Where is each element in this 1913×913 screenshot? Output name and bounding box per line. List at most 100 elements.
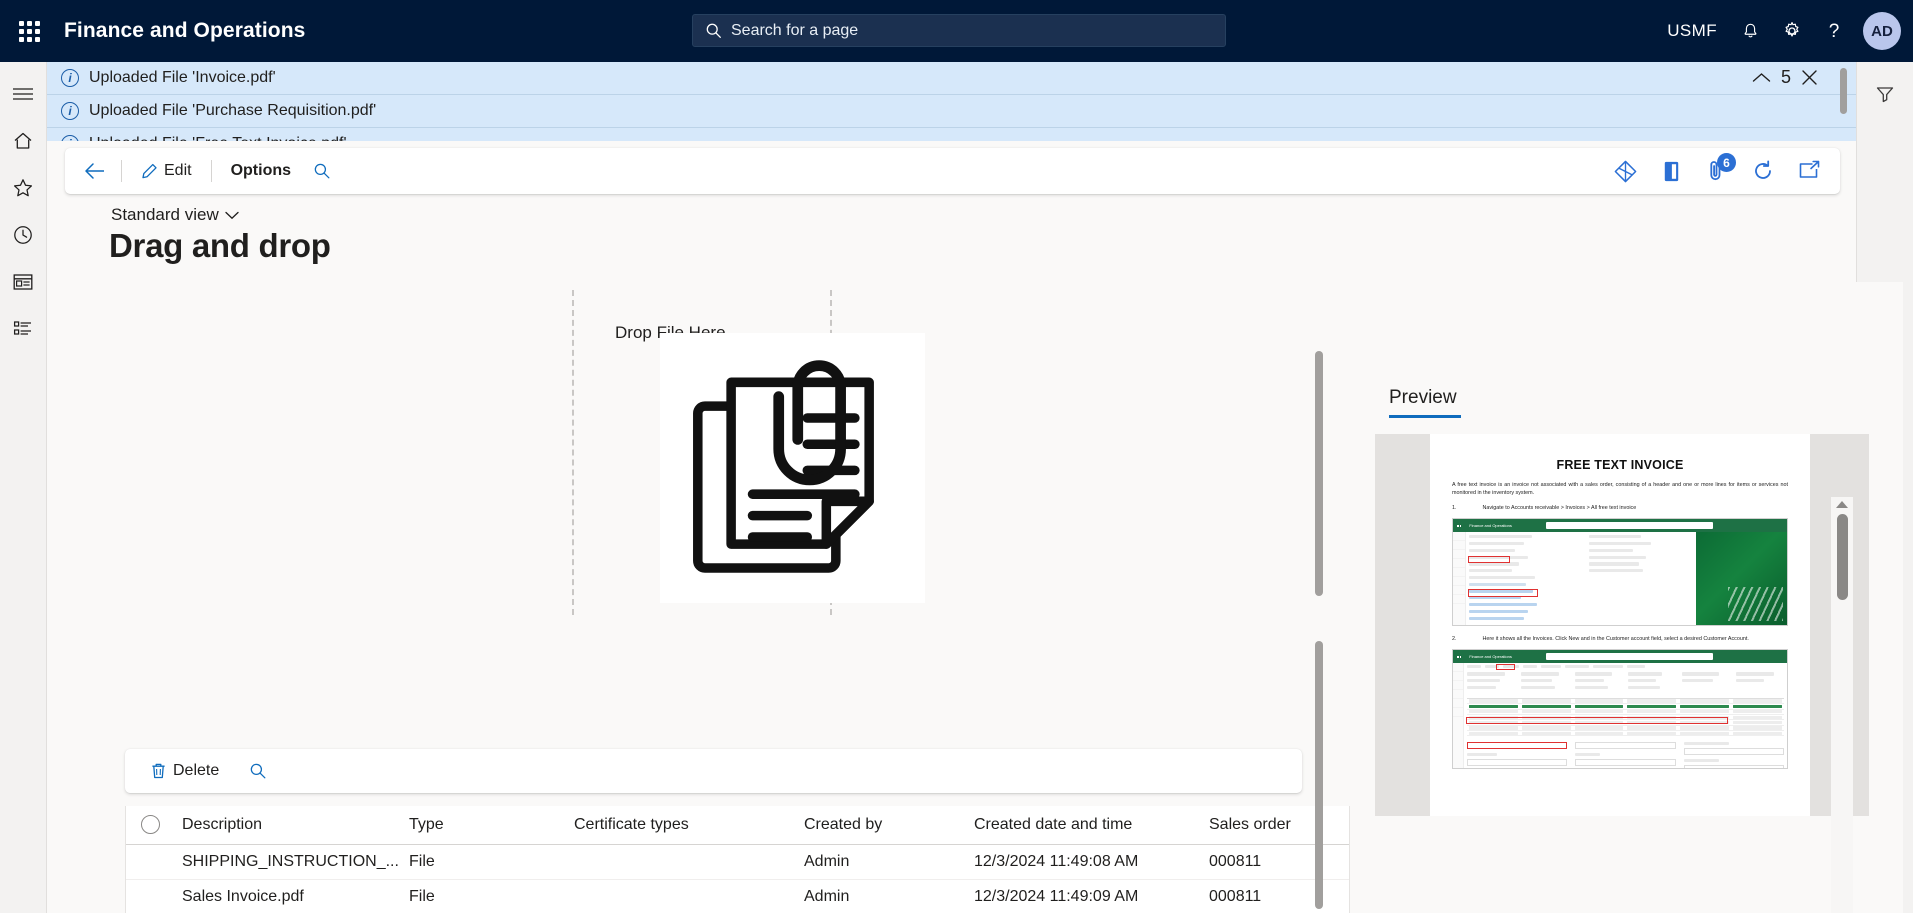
column-header-certificate-types[interactable]: Certificate types [574, 806, 804, 845]
document-title: FREE TEXT INVOICE [1556, 458, 1684, 472]
power-bi-icon[interactable] [1608, 154, 1642, 188]
step-number: 2. [1452, 636, 1457, 643]
cell-type[interactable]: File [409, 844, 574, 880]
select-all-circle-icon[interactable] [140, 815, 160, 835]
workspace: Edit Options 6 Standard view Drag and dr… [47, 141, 1903, 913]
table-row[interactable]: SHIPPING_INSTRUCTION_... File Admin 12/3… [126, 844, 1349, 880]
options-button[interactable]: Options [220, 154, 302, 188]
star-icon[interactable] [0, 164, 47, 211]
search-icon [314, 163, 330, 179]
preview-scrollbar[interactable] [1831, 497, 1853, 913]
chevron-up-icon[interactable] [1752, 71, 1771, 84]
edit-button[interactable]: Edit [130, 154, 203, 188]
gear-icon[interactable] [1773, 12, 1811, 50]
delete-label: Delete [173, 762, 220, 779]
left-navigation-rail [0, 62, 47, 913]
home-icon[interactable] [0, 117, 47, 164]
edit-label: Edit [164, 162, 192, 179]
embedded-app-title: Finance and Operations [1469, 523, 1512, 529]
clock-icon[interactable] [0, 211, 47, 258]
cell-created-date[interactable]: 12/3/2024 11:49:08 AM [974, 844, 1209, 880]
avatar[interactable]: AD [1863, 12, 1901, 50]
cell-type[interactable]: File [409, 879, 574, 913]
cell-sales-order[interactable]: 000811 [1209, 844, 1349, 880]
close-icon[interactable] [1801, 69, 1818, 86]
trash-icon [152, 763, 165, 779]
command-bar: Edit Options 6 [65, 148, 1840, 194]
global-search-placeholder: Search for a page [731, 21, 859, 39]
document-attachment-icon[interactable] [660, 333, 925, 603]
select-all-header[interactable] [126, 806, 174, 845]
cell-sales-order[interactable]: 000811 [1209, 879, 1349, 913]
divider [121, 160, 122, 182]
open-in-new-window-icon[interactable] [1792, 154, 1826, 188]
content-scrollbar-lower[interactable] [1315, 641, 1323, 909]
document-embedded-screenshot-2: Finance and Operations [1452, 649, 1788, 770]
app-launcher-icon[interactable] [0, 0, 58, 62]
view-selector[interactable]: Standard view [111, 205, 239, 225]
options-label: Options [230, 162, 292, 179]
step-text: Here it shows all the Invoices. Click Ne… [1482, 636, 1749, 643]
row-select-cell[interactable] [126, 844, 174, 880]
question-mark-icon[interactable]: ? [1815, 12, 1853, 50]
attachments-badge-count: 6 [1717, 153, 1736, 172]
document-step-2: 2. Here it shows all the Invoices. Click… [1452, 636, 1788, 642]
delete-button[interactable]: Delete [139, 754, 230, 788]
top-nav-actions: USMF ? AD [1667, 0, 1901, 62]
content-scrollbar-upper[interactable] [1315, 351, 1323, 596]
message-item[interactable]: i Uploaded File 'Invoice.pdf' [47, 62, 1856, 95]
document-embedded-screenshot-1: Finance and Operations [1452, 518, 1788, 627]
bell-icon[interactable] [1731, 12, 1769, 50]
office-app-icon[interactable] [1654, 154, 1688, 188]
view-selector-label: Standard view [111, 205, 219, 224]
column-header-sales-order[interactable]: Sales order [1209, 806, 1349, 845]
message-bar-scrollbar[interactable] [1840, 68, 1847, 114]
global-search-input[interactable]: Search for a page [692, 14, 1226, 47]
cell-description[interactable]: SHIPPING_INSTRUCTION_... [174, 844, 409, 880]
modules-list-icon[interactable] [0, 305, 47, 352]
cell-created-date[interactable]: 12/3/2024 11:49:09 AM [974, 879, 1209, 913]
company-indicator[interactable]: USMF [1667, 21, 1717, 41]
message-text: Uploaded File 'Purchase Requisition.pdf' [89, 102, 377, 119]
search-icon [706, 23, 721, 38]
row-select-cell[interactable] [126, 879, 174, 913]
hamburger-icon[interactable] [0, 70, 47, 117]
cell-certificate-types[interactable] [574, 844, 804, 880]
cell-description[interactable]: Sales Invoice.pdf [174, 879, 409, 913]
attachments-icon[interactable]: 6 [1700, 153, 1736, 188]
tab-preview[interactable]: Preview [1389, 387, 1461, 418]
preview-scroll-thumb[interactable] [1836, 514, 1848, 600]
message-item[interactable]: i Uploaded File 'Purchase Requisition.pd… [47, 95, 1856, 128]
divider [210, 160, 212, 182]
preview-pane: Preview FREE TEXT INVOICE A free text in… [1367, 282, 1903, 913]
chevron-down-icon [225, 211, 239, 219]
funnel-icon[interactable] [1863, 72, 1907, 116]
cell-certificate-types[interactable] [574, 879, 804, 913]
preview-document-stage[interactable]: FREE TEXT INVOICE A free text invoice is… [1375, 434, 1869, 816]
column-header-type[interactable]: Type [409, 806, 574, 845]
scroll-up-arrow-icon[interactable] [1836, 501, 1848, 508]
embedded-app-title: Finance and Operations [1469, 654, 1512, 660]
step-text: Navigate to Accounts receivable > Invoic… [1482, 505, 1637, 512]
info-icon: i [61, 102, 79, 120]
document-step-1: 1. Navigate to Accounts receivable > Inv… [1452, 505, 1788, 511]
search-icon [250, 763, 266, 779]
grid-search-button[interactable] [238, 754, 278, 788]
message-bar-actions: 5 [1752, 67, 1818, 88]
cell-created-by[interactable]: Admin [804, 844, 974, 880]
back-arrow-icon[interactable] [77, 153, 113, 189]
grid-toolbar: Delete [125, 749, 1302, 793]
column-header-created-by[interactable]: Created by [804, 806, 974, 845]
cell-created-by[interactable]: Admin [804, 879, 974, 913]
preview-document-page: FREE TEXT INVOICE A free text invoice is… [1430, 434, 1810, 816]
svg-text:?: ? [1829, 21, 1840, 41]
workspace-icon[interactable] [0, 258, 47, 305]
message-item[interactable]: i Uploaded File 'Free Text Invoice.pdf' [47, 128, 1856, 141]
attachments-table: Description Type Certificate types Creat… [125, 806, 1350, 913]
command-search-button[interactable] [302, 154, 342, 188]
column-header-description[interactable]: Description [174, 806, 409, 845]
table-row[interactable]: Sales Invoice.pdf File Admin 12/3/2024 1… [126, 879, 1349, 913]
pencil-icon [142, 163, 157, 178]
refresh-icon[interactable] [1746, 154, 1780, 188]
column-header-created-date[interactable]: Created date and time [974, 806, 1209, 845]
